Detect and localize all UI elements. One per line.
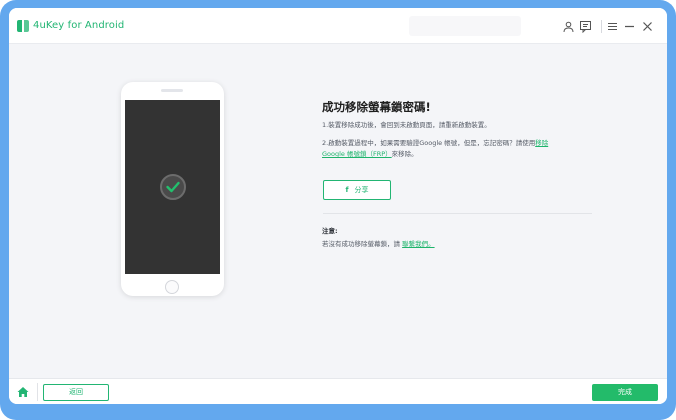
account-icon[interactable] [562, 20, 575, 33]
app-title: 4uKey for Android [33, 20, 125, 31]
step-2-suffix: 來移除。 [391, 150, 418, 158]
app-logo-icon [17, 20, 29, 32]
phone-home-button [165, 280, 179, 294]
phone-illustration [121, 82, 224, 296]
success-check-icon [160, 174, 186, 200]
bottom-bar: 返回 完成 [9, 378, 667, 404]
note-message: 若沒有成功移除螢幕鎖，請 [322, 240, 403, 248]
feedback-icon[interactable] [579, 20, 592, 33]
note-text: 若沒有成功移除螢幕鎖，請 聯繫我們。 [322, 238, 435, 248]
title-bar-separator [601, 20, 602, 33]
share-label: 分享 [354, 186, 369, 194]
instruction-step-2: 2.啟動裝置過程中，如果需要驗證Google 帳號，但是，忘記密碼？請使用移除 … [322, 138, 548, 160]
phone-speaker [161, 89, 183, 92]
title-bar: 4uKey for Android [9, 8, 667, 44]
title-bar-blank-area [409, 16, 521, 36]
home-icon[interactable] [17, 386, 29, 398]
note-label: 注意: [322, 227, 338, 235]
instruction-step-1: 1.裝置移除成功後，會回到未啟動頁面，請重新啟動裝置。 [322, 121, 491, 129]
step-2-text: 2.啟動裝置過程中，如果需要驗證Google 帳號，但是，忘記密碼？請使用 [322, 139, 536, 147]
back-button[interactable]: 返回 [43, 384, 109, 401]
phone-screen [125, 100, 220, 274]
checkmark-icon [166, 181, 180, 193]
close-icon[interactable] [641, 20, 654, 33]
facebook-share-button[interactable]: f 分享 [323, 180, 391, 200]
menu-icon[interactable] [606, 20, 619, 33]
minimize-icon[interactable] [623, 20, 636, 33]
bottom-bar-separator [37, 383, 38, 401]
facebook-icon: f [345, 186, 349, 194]
content-divider [323, 213, 592, 214]
page-title: 成功移除螢幕鎖密碼! [322, 100, 431, 114]
app-window: 4uKey for Android 成功移除螢幕鎖密碼! 1.裝置移除成功後，會… [9, 8, 667, 404]
remove-frp-link-part1[interactable]: 移除 [535, 139, 548, 147]
done-button[interactable]: 完成 [592, 384, 658, 401]
contact-us-link[interactable]: 聯繫我們。 [402, 240, 435, 248]
window-frame: 4uKey for Android 成功移除螢幕鎖密碼! 1.裝置移除成功後，會… [0, 0, 676, 420]
remove-frp-link-part2[interactable]: Google 帳號鎖（FRP） [322, 150, 392, 158]
